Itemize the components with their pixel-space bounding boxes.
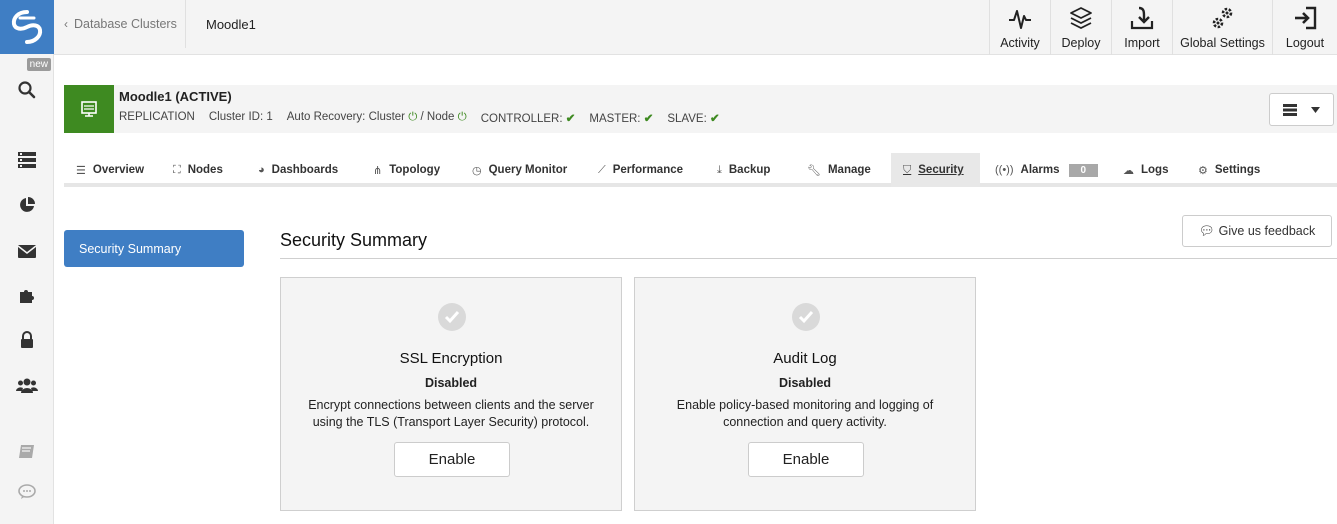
check-icon: ✔ (565, 113, 576, 125)
server-list-icon (1283, 103, 1297, 116)
activity-button[interactable]: Activity (989, 0, 1050, 55)
tab-logs[interactable]: ☁ Logs (1111, 153, 1168, 187)
topology-icon: ⋔ (373, 164, 383, 177)
power-on-icon: ⏻ (408, 111, 418, 123)
cluster-actions-dropdown[interactable] (1269, 93, 1334, 126)
enable-ssl-button[interactable]: Enable (394, 442, 510, 477)
tab-performance[interactable]: ⟋ Performance (586, 153, 683, 187)
card-description: Enable policy-based monitoring and loggi… (676, 398, 934, 429)
breadcrumb-current: Moodle1 (206, 16, 256, 32)
tab-manage[interactable]: 🔧︎ Manage (795, 153, 871, 187)
global-settings-label: Global Settings (1180, 36, 1265, 50)
check-circle-icon (438, 303, 466, 331)
tab-settings[interactable]: ⚙ Settings (1186, 153, 1260, 187)
power-on-icon: ⏻ (457, 111, 467, 123)
check-icon: ✔ (709, 113, 720, 125)
tab-topology[interactable]: ⋔ Topology (361, 153, 440, 187)
cluster-info: REPLICATION Cluster ID: 1 Auto Recovery:… (119, 111, 720, 125)
reports-icon[interactable] (0, 190, 54, 220)
tab-overview[interactable]: ☰ Overview (64, 153, 144, 187)
wrench-icon: 🔧︎ (807, 164, 821, 177)
sidebar-item-security-summary[interactable]: Security Summary (64, 230, 244, 267)
new-badge: new (26, 58, 51, 71)
import-icon (1130, 6, 1154, 30)
chevron-left-icon: ‹ (64, 17, 68, 31)
deploy-icon (1070, 7, 1092, 30)
gears-icon (1212, 7, 1232, 29)
tab-security[interactable]: ⛉ Security (891, 153, 980, 187)
page-title: Security Summary (280, 230, 428, 250)
tab-alarms[interactable]: ((•)) Alarms 0 (983, 153, 1099, 187)
cluster-id: Cluster ID: 1 (208, 111, 273, 123)
card-status: Disabled (778, 376, 832, 390)
clusters-icon[interactable] (0, 145, 54, 175)
import-label: Import (1124, 36, 1160, 50)
import-button[interactable]: Import (1111, 0, 1172, 55)
tab-backup[interactable]: ⤓ Backup (705, 153, 770, 187)
auto-recovery: Auto Recovery: Cluster ⏻ / Node ⏻ (286, 111, 467, 123)
logs-icon: ☁ (1123, 164, 1134, 177)
tab-nodes[interactable]: ⛶ Nodes (161, 153, 223, 187)
backup-icon: ⤓ (717, 163, 722, 176)
dashboard-icon: ◕ (258, 164, 265, 176)
sitemap-icon: ⛶ (173, 163, 181, 176)
broadcast-icon: ((•)) (995, 164, 1014, 176)
slave-status: SLAVE: ✔ (667, 113, 720, 125)
integrations-icon[interactable] (0, 280, 54, 310)
chat-icon[interactable] (0, 477, 54, 507)
shield-icon: ⛉ (903, 163, 912, 176)
mail-icon[interactable] (0, 236, 54, 266)
controller-status: CONTROLLER: ✔ (480, 113, 576, 125)
breadcrumb-back-label: Database Clusters (74, 17, 177, 31)
audit-log-card: Audit Log Disabled Enable policy-based m… (634, 277, 976, 511)
deploy-label: Deploy (1061, 36, 1101, 50)
card-title: Audit Log (773, 350, 837, 367)
card-title: SSL Encryption (399, 350, 503, 367)
logout-button[interactable]: Logout (1272, 0, 1337, 55)
logout-label: Logout (1285, 36, 1325, 50)
check-icon: ✔ (643, 113, 654, 125)
cluster-name: Moodle1 (ACTIVE) (119, 89, 232, 104)
query-icon: ◷ (472, 164, 482, 177)
cluster-type: REPLICATION (119, 111, 195, 123)
gear-icon: ⚙ (1198, 164, 1208, 177)
deploy-button[interactable]: Deploy (1050, 0, 1111, 55)
search-icon[interactable] (0, 75, 54, 105)
lock-icon[interactable] (0, 325, 54, 355)
logo-icon[interactable] (0, 0, 54, 54)
cluster-status-icon (64, 85, 114, 133)
master-status: MASTER: ✔ (589, 113, 654, 125)
activity-icon (1009, 10, 1031, 29)
activity-label: Activity (1000, 36, 1040, 50)
global-settings-button[interactable]: Global Settings (1172, 0, 1272, 55)
check-circle-icon (792, 303, 820, 331)
logout-icon (1295, 6, 1317, 30)
cluster-tabs: ☰ Overview ⛶ Nodes ◕ Dashboards ⋔ Topology ◷… (64, 153, 1337, 187)
section-divider (280, 258, 1337, 259)
tab-dashboards[interactable]: ◕ Dashboards (246, 153, 338, 187)
feedback-label: Give us feedback (1218, 224, 1316, 238)
left-rail: new (0, 0, 54, 524)
ssl-encryption-card: SSL Encryption Disabled Encrypt connecti… (280, 277, 622, 511)
users-icon[interactable] (0, 370, 54, 400)
chart-icon: ⟋ (598, 163, 606, 176)
list-icon: ☰ (76, 164, 86, 177)
comment-icon: 💬︎ (1198, 223, 1215, 238)
caret-down-icon (1311, 106, 1320, 113)
alarms-count-badge: 0 (1068, 163, 1099, 177)
docs-icon[interactable] (0, 437, 54, 467)
cluster-header: Moodle1 (ACTIVE) REPLICATION Cluster ID:… (64, 85, 1337, 133)
card-description: Encrypt connections between clients and … (308, 398, 594, 429)
give-feedback-button[interactable]: 💬︎ Give us feedback (1182, 215, 1332, 247)
tab-query-monitor[interactable]: ◷ Query Monitor (460, 153, 567, 187)
card-status: Disabled (424, 376, 478, 390)
breadcrumb-back-link[interactable]: ‹ Database Clusters (64, 0, 186, 48)
enable-audit-log-button[interactable]: Enable (748, 442, 864, 477)
top-bar: ‹ Database Clusters Moodle1 Activity Dep… (54, 0, 1337, 55)
